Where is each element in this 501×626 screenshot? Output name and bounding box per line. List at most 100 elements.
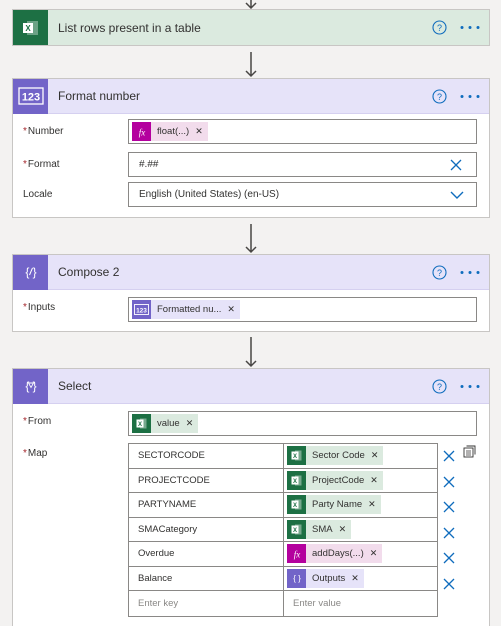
compose-icon: { } (13, 254, 48, 290)
card-header[interactable]: 123 Format number ? (13, 78, 489, 114)
expression-token[interactable]: fx float(...) ✕ (132, 122, 208, 141)
excel-icon: X (287, 519, 306, 539)
map-key-field[interactable]: Balance (129, 566, 284, 590)
connector-arrow (243, 52, 259, 78)
dynamic-content-token[interactable]: X SMA ✕ (287, 519, 352, 539)
svg-text:{ }: { } (25, 379, 36, 393)
map-key-field[interactable]: PARTYNAME (129, 493, 284, 517)
excel-icon: X (287, 495, 306, 515)
remove-token-icon[interactable]: ✕ (351, 573, 364, 584)
more-options-icon[interactable] (458, 89, 482, 104)
dynamic-content-token[interactable]: 123 Formatted nu... ✕ (132, 300, 240, 319)
excel-icon: X (287, 446, 306, 466)
dynamic-content-token[interactable]: { } Outputs ✕ (287, 568, 364, 588)
svg-text:{ }: { } (293, 574, 301, 583)
svg-text:X: X (293, 454, 297, 460)
card-title: Select (58, 379, 92, 393)
map-value-field[interactable]: { } Outputs ✕ (284, 567, 437, 591)
map-key-input[interactable]: Enter key (129, 591, 284, 616)
svg-text:X: X (25, 24, 31, 33)
chevron-down-icon[interactable] (450, 191, 464, 200)
from-field[interactable]: X value ✕ (128, 411, 477, 436)
card-header[interactable]: { } Select ? (13, 368, 489, 404)
map-key-field[interactable]: SMACategory (129, 517, 284, 541)
remove-token-icon[interactable]: ✕ (371, 450, 384, 461)
remove-token-icon[interactable]: ✕ (195, 126, 208, 137)
number-format-icon: 123 (13, 78, 48, 114)
svg-text:?: ? (437, 382, 442, 392)
format-field[interactable]: #.## (128, 152, 477, 177)
dynamic-content-token[interactable]: X Party Name ✕ (287, 495, 381, 515)
map-row: SECTORCODE X Sector Code ✕ (129, 444, 437, 469)
from-label: *From (23, 416, 52, 427)
card-header[interactable]: X List rows present in a table ? (13, 10, 489, 45)
remove-token-icon[interactable]: ✕ (339, 524, 352, 535)
delete-row-icon[interactable] (443, 449, 455, 462)
dynamic-content-token[interactable]: fx addDays(...) ✕ (287, 544, 383, 564)
help-icon[interactable]: ? (432, 265, 447, 280)
map-table: SECTORCODE X Sector Code ✕ PROJECTCODE X Proje… (128, 443, 438, 617)
map-key-field[interactable]: PROJECTCODE (129, 468, 284, 492)
format-label: *Format (23, 159, 60, 170)
compose-action-card[interactable]: { } Compose 2 ? *Inputs 123 Formatted nu… (12, 254, 490, 332)
locale-label: Locale (23, 189, 53, 200)
switch-map-mode-icon[interactable] (463, 445, 476, 458)
locale-dropdown[interactable]: English (United States) (en-US) (128, 182, 477, 207)
dynamic-content-token[interactable]: X value ✕ (132, 414, 199, 433)
clear-icon[interactable] (450, 159, 462, 171)
remove-token-icon[interactable]: ✕ (186, 418, 199, 429)
remove-token-icon[interactable]: ✕ (370, 548, 383, 559)
remove-token-icon[interactable]: ✕ (368, 499, 381, 510)
delete-row-icon[interactable] (443, 475, 455, 487)
excel-icon: X (287, 470, 306, 490)
map-row: Overdue fx addDays(...) ✕ (129, 542, 437, 567)
map-value-input[interactable]: Enter value (284, 591, 437, 616)
help-icon[interactable]: ? (432, 89, 447, 104)
delete-row-icon[interactable] (443, 577, 455, 589)
dynamic-content-token[interactable]: X Sector Code ✕ (287, 446, 384, 466)
more-options-icon[interactable] (458, 379, 482, 394)
connector-arrow (243, 224, 259, 254)
svg-text:?: ? (437, 92, 442, 102)
function-icon: fx (287, 544, 306, 564)
map-row: PROJECTCODE X ProjectCode ✕ (129, 468, 437, 493)
remove-token-icon[interactable]: ✕ (227, 304, 240, 315)
function-icon: fx (132, 122, 151, 141)
svg-text:fx: fx (293, 549, 300, 559)
inputs-field[interactable]: 123 Formatted nu... ✕ (128, 297, 477, 322)
select-action-card[interactable]: { } Select ? *From X value ✕ *Map SECTOR… (12, 368, 490, 626)
excel-icon: X (13, 10, 48, 45)
compose-icon: { } (287, 568, 306, 588)
help-icon[interactable]: ? (432, 20, 447, 35)
map-key-field[interactable]: SECTORCODE (129, 444, 284, 468)
more-options-icon[interactable] (458, 265, 482, 280)
map-value-field[interactable]: X SMA ✕ (284, 518, 437, 542)
svg-text:X: X (138, 422, 142, 428)
number-format-icon: 123 (132, 300, 151, 319)
svg-text:?: ? (437, 23, 442, 33)
list-rows-action-card[interactable]: X List rows present in a table ? (12, 9, 490, 46)
more-options-icon[interactable] (458, 20, 482, 35)
connector-arrow (243, 0, 259, 9)
dynamic-content-token[interactable]: X ProjectCode ✕ (287, 470, 383, 490)
map-row: PARTYNAME X Party Name ✕ (129, 493, 437, 518)
map-value-field[interactable]: X Sector Code ✕ (284, 444, 437, 468)
number-field[interactable]: fx float(...) ✕ (128, 119, 477, 144)
svg-text:123: 123 (21, 92, 39, 104)
delete-row-icon[interactable] (443, 551, 455, 564)
delete-row-icon[interactable] (443, 526, 455, 538)
map-value-field[interactable]: X Party Name ✕ (284, 493, 437, 517)
help-icon[interactable]: ? (432, 379, 447, 394)
card-header[interactable]: { } Compose 2 ? (13, 254, 489, 290)
format-number-action-card[interactable]: 123 Format number ? *Number fx float(...… (12, 78, 490, 218)
excel-icon: X (132, 414, 151, 433)
number-label: *Number (23, 126, 64, 137)
map-value-field[interactable]: X ProjectCode ✕ (284, 469, 437, 493)
map-value-field[interactable]: fx addDays(...) ✕ (284, 542, 437, 566)
card-title: Format number (58, 89, 141, 103)
svg-text:fx: fx (138, 127, 145, 137)
map-row-empty: Enter key Enter value (129, 591, 437, 616)
map-key-field[interactable]: Overdue (129, 542, 284, 566)
delete-row-icon[interactable] (443, 500, 455, 513)
remove-token-icon[interactable]: ✕ (370, 475, 383, 486)
